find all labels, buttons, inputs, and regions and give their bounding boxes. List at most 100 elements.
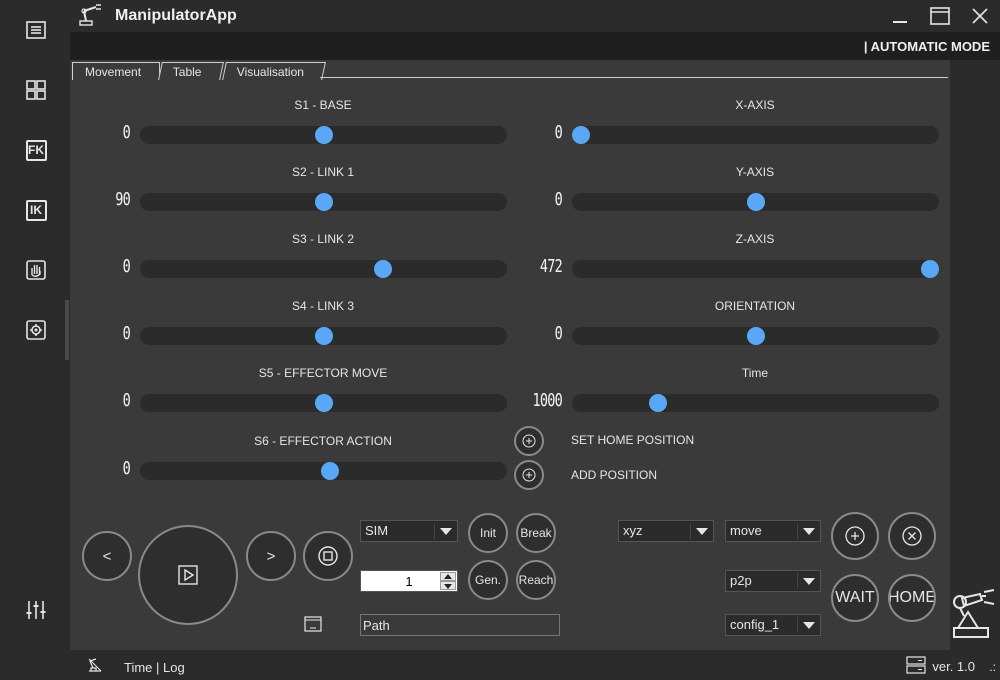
fk-icon: FK [25, 139, 47, 161]
stop-icon [318, 546, 338, 566]
sliders-icon[interactable] [22, 596, 50, 624]
status-text[interactable]: Time | Log [124, 660, 185, 675]
cartesian-slider[interactable] [572, 126, 939, 144]
path-input[interactable]: Path [360, 614, 560, 636]
joint-label: S5 - EFFECTOR MOVE [258, 366, 388, 380]
ik-icon: IK [25, 199, 47, 221]
interpolation-select[interactable]: p2p [725, 570, 821, 592]
cartesian-label: Y-AXIS [735, 165, 775, 179]
joint-value-display: 0 [122, 122, 131, 143]
cartesian-slider[interactable] [572, 193, 939, 211]
home-button[interactable]: HOME [888, 574, 936, 622]
sidebar-item-fk[interactable]: FK [22, 136, 50, 164]
set-home-button[interactable] [514, 426, 544, 456]
tab-underline [320, 77, 948, 78]
joint-label: S2 - LINK 1 [291, 165, 355, 179]
generate-button[interactable]: Gen. [468, 560, 508, 600]
joint-label: S3 - LINK 2 [291, 232, 355, 246]
joint-value-display: 0 [122, 323, 131, 344]
terminal-icon[interactable] [304, 616, 322, 632]
play-button[interactable] [138, 525, 238, 625]
break-button[interactable]: Break [516, 513, 556, 553]
joint-label: S6 - EFFECTOR ACTION [254, 434, 392, 448]
joint-slider-handle[interactable] [373, 260, 392, 278]
hand-icon[interactable] [22, 256, 50, 284]
resize-grip[interactable]: .: [989, 660, 996, 674]
close-icon[interactable] [968, 4, 992, 28]
joint-slider[interactable] [140, 260, 507, 278]
joint-value-display: 0 [122, 390, 131, 411]
gear-icon[interactable] [22, 316, 50, 344]
joint-slider-handle[interactable] [314, 394, 333, 412]
cartesian-slider-handle[interactable] [921, 260, 939, 278]
joint-slider-handle[interactable] [314, 126, 333, 144]
joint-label: S4 - LINK 3 [291, 299, 355, 313]
reach-button[interactable]: Reach [516, 560, 556, 600]
cartesian-label: Z-AXIS [735, 232, 775, 246]
cartesian-slider-handle[interactable] [746, 327, 765, 345]
tab-movement[interactable]: Movement [72, 62, 160, 80]
cartesian-label: Time [741, 366, 769, 380]
wait-button[interactable]: WAIT [831, 574, 879, 622]
menu-icon[interactable] [22, 16, 50, 44]
cartesian-slider-handle[interactable] [746, 193, 765, 211]
mode-select[interactable]: SIM [360, 520, 458, 542]
tab-visualisation[interactable]: Visualisation [222, 62, 326, 80]
add-position-button[interactable] [514, 460, 544, 490]
close-circle-icon [902, 526, 922, 546]
cartesian-value-display: 1000 [532, 390, 562, 411]
cartesian-slider[interactable] [572, 327, 939, 345]
coordinate-select-value: xyz [623, 523, 643, 538]
add-position-label: ADD POSITION [571, 468, 658, 482]
cartesian-slider[interactable] [572, 394, 939, 412]
tab-table-label: Table [172, 65, 202, 79]
coordinate-select[interactable]: xyz [618, 520, 714, 542]
chevron-down-icon [803, 578, 815, 585]
chevron-down-icon [440, 528, 452, 535]
prev-button[interactable]: < [82, 531, 132, 581]
main-panel: Movement Table Visualisation S1 - BASE 0 S… [70, 60, 950, 650]
tab-table[interactable]: Table [158, 62, 224, 80]
action-select[interactable]: move [725, 520, 821, 542]
robot-log-icon[interactable] [86, 656, 104, 674]
config-select-value: config_1 [730, 617, 780, 632]
minimize-icon[interactable] [888, 4, 912, 28]
joint-slider[interactable] [140, 462, 507, 480]
dashboard-icon[interactable] [22, 76, 50, 104]
joint-value-display: 0 [122, 458, 131, 479]
cartesian-slider-handle[interactable] [648, 394, 667, 412]
sidebar-item-ik[interactable]: IK [22, 196, 50, 224]
status-bar: Time | Log ver. 1.0 .: [70, 650, 1000, 680]
step-spinbox[interactable]: 1 [360, 570, 458, 592]
joint-value-display: 0 [122, 256, 131, 277]
remove-button[interactable] [888, 512, 936, 560]
action-select-value: move [730, 523, 762, 538]
maximize-icon[interactable] [928, 4, 952, 28]
joint-slider-handle[interactable] [321, 462, 340, 480]
robot-arm-logo-icon [79, 4, 101, 26]
title-bar: ManipulatorApp [70, 0, 1000, 32]
plus-circle-icon [522, 434, 536, 448]
config-select[interactable]: config_1 [725, 614, 821, 636]
joint-slider-handle[interactable] [314, 327, 333, 345]
stop-button[interactable] [303, 531, 353, 581]
joint-slider[interactable] [140, 394, 507, 412]
joint-slider[interactable] [140, 126, 507, 144]
sidebar: FK IK [0, 0, 70, 680]
spin-up-icon[interactable] [440, 572, 456, 581]
joint-slider[interactable] [140, 327, 507, 345]
app-title: ManipulatorApp [115, 7, 237, 24]
version-label: ver. 1.0 [932, 659, 975, 674]
cartesian-slider[interactable] [572, 260, 939, 278]
mode-bar: | AUTOMATIC MODE [70, 32, 1000, 60]
mode-select-value: SIM [365, 523, 389, 538]
add-button[interactable] [831, 512, 879, 560]
init-button[interactable]: Init [468, 513, 508, 553]
cartesian-slider-handle[interactable] [572, 126, 590, 144]
joint-slider-handle[interactable] [314, 193, 333, 211]
next-button[interactable]: > [246, 531, 296, 581]
joint-slider[interactable] [140, 193, 507, 211]
spin-down-icon[interactable] [440, 581, 456, 590]
storage-icon [906, 656, 926, 674]
joint-value-display: 90 [115, 189, 131, 210]
